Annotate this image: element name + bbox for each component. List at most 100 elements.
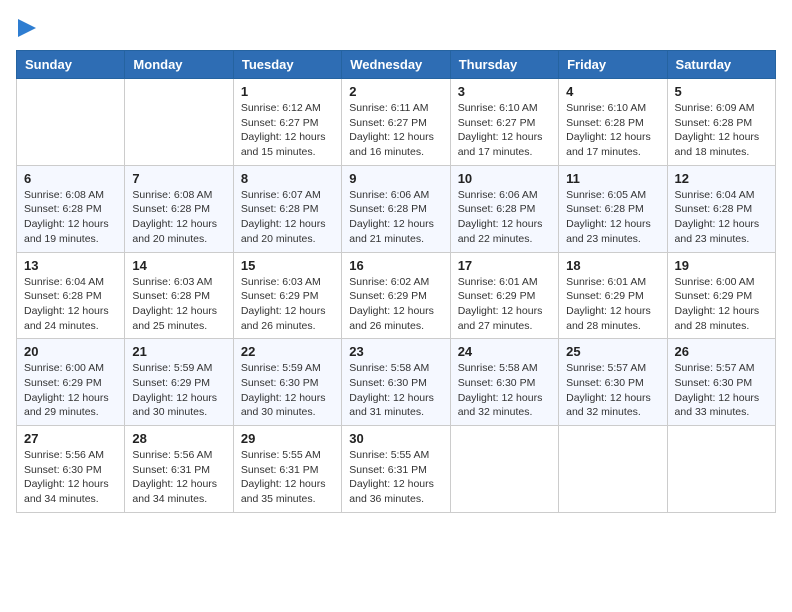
calendar-cell: 26 Sunrise: 5:57 AM Sunset: 6:30 PM Dayli…	[667, 339, 775, 426]
day-number: 24	[458, 344, 551, 359]
day-info: Sunrise: 6:03 AM Sunset: 6:29 PM Dayligh…	[241, 275, 334, 334]
day-info: Sunrise: 5:58 AM Sunset: 6:30 PM Dayligh…	[349, 361, 442, 420]
day-info: Sunrise: 5:55 AM Sunset: 6:31 PM Dayligh…	[241, 448, 334, 507]
day-info: Sunrise: 5:59 AM Sunset: 6:30 PM Dayligh…	[241, 361, 334, 420]
day-number: 12	[675, 171, 768, 186]
day-number: 4	[566, 84, 659, 99]
weekday-header-monday: Monday	[125, 51, 233, 79]
day-number: 10	[458, 171, 551, 186]
day-info: Sunrise: 6:00 AM Sunset: 6:29 PM Dayligh…	[24, 361, 117, 420]
day-number: 20	[24, 344, 117, 359]
day-number: 29	[241, 431, 334, 446]
day-number: 8	[241, 171, 334, 186]
day-info: Sunrise: 6:01 AM Sunset: 6:29 PM Dayligh…	[566, 275, 659, 334]
calendar-cell: 21 Sunrise: 5:59 AM Sunset: 6:29 PM Dayli…	[125, 339, 233, 426]
day-info: Sunrise: 6:06 AM Sunset: 6:28 PM Dayligh…	[458, 188, 551, 247]
day-info: Sunrise: 6:02 AM Sunset: 6:29 PM Dayligh…	[349, 275, 442, 334]
calendar-cell: 11 Sunrise: 6:05 AM Sunset: 6:28 PM Dayli…	[559, 165, 667, 252]
calendar-cell: 27 Sunrise: 5:56 AM Sunset: 6:30 PM Dayli…	[17, 426, 125, 513]
day-info: Sunrise: 6:01 AM Sunset: 6:29 PM Dayligh…	[458, 275, 551, 334]
logo-blue-text	[16, 16, 36, 38]
calendar-cell	[450, 426, 558, 513]
day-info: Sunrise: 6:11 AM Sunset: 6:27 PM Dayligh…	[349, 101, 442, 160]
calendar-cell: 23 Sunrise: 5:58 AM Sunset: 6:30 PM Dayli…	[342, 339, 450, 426]
calendar-week-row: 13 Sunrise: 6:04 AM Sunset: 6:28 PM Dayli…	[17, 252, 776, 339]
calendar-week-row: 27 Sunrise: 5:56 AM Sunset: 6:30 PM Dayli…	[17, 426, 776, 513]
weekday-header-sunday: Sunday	[17, 51, 125, 79]
calendar-cell	[125, 79, 233, 166]
calendar-cell: 17 Sunrise: 6:01 AM Sunset: 6:29 PM Dayli…	[450, 252, 558, 339]
day-info: Sunrise: 6:03 AM Sunset: 6:28 PM Dayligh…	[132, 275, 225, 334]
day-info: Sunrise: 5:59 AM Sunset: 6:29 PM Dayligh…	[132, 361, 225, 420]
calendar-cell: 13 Sunrise: 6:04 AM Sunset: 6:28 PM Dayli…	[17, 252, 125, 339]
calendar-week-row: 20 Sunrise: 6:00 AM Sunset: 6:29 PM Dayli…	[17, 339, 776, 426]
day-info: Sunrise: 6:04 AM Sunset: 6:28 PM Dayligh…	[675, 188, 768, 247]
day-info: Sunrise: 5:58 AM Sunset: 6:30 PM Dayligh…	[458, 361, 551, 420]
calendar-week-row: 6 Sunrise: 6:08 AM Sunset: 6:28 PM Daylig…	[17, 165, 776, 252]
day-number: 15	[241, 258, 334, 273]
day-number: 18	[566, 258, 659, 273]
day-number: 19	[675, 258, 768, 273]
day-info: Sunrise: 6:08 AM Sunset: 6:28 PM Dayligh…	[132, 188, 225, 247]
day-number: 17	[458, 258, 551, 273]
day-number: 1	[241, 84, 334, 99]
day-info: Sunrise: 6:12 AM Sunset: 6:27 PM Dayligh…	[241, 101, 334, 160]
weekday-header-wednesday: Wednesday	[342, 51, 450, 79]
calendar-cell: 7 Sunrise: 6:08 AM Sunset: 6:28 PM Daylig…	[125, 165, 233, 252]
calendar-cell: 28 Sunrise: 5:56 AM Sunset: 6:31 PM Dayli…	[125, 426, 233, 513]
calendar-cell: 1 Sunrise: 6:12 AM Sunset: 6:27 PM Daylig…	[233, 79, 341, 166]
day-info: Sunrise: 6:10 AM Sunset: 6:28 PM Dayligh…	[566, 101, 659, 160]
calendar-cell: 29 Sunrise: 5:55 AM Sunset: 6:31 PM Dayli…	[233, 426, 341, 513]
day-number: 26	[675, 344, 768, 359]
calendar-cell	[667, 426, 775, 513]
calendar-cell: 19 Sunrise: 6:00 AM Sunset: 6:29 PM Dayli…	[667, 252, 775, 339]
calendar-cell: 3 Sunrise: 6:10 AM Sunset: 6:27 PM Daylig…	[450, 79, 558, 166]
day-info: Sunrise: 6:04 AM Sunset: 6:28 PM Dayligh…	[24, 275, 117, 334]
weekday-header-thursday: Thursday	[450, 51, 558, 79]
day-info: Sunrise: 5:57 AM Sunset: 6:30 PM Dayligh…	[566, 361, 659, 420]
calendar-table: SundayMondayTuesdayWednesdayThursdayFrid…	[16, 50, 776, 513]
day-info: Sunrise: 6:06 AM Sunset: 6:28 PM Dayligh…	[349, 188, 442, 247]
calendar-cell: 16 Sunrise: 6:02 AM Sunset: 6:29 PM Dayli…	[342, 252, 450, 339]
day-number: 7	[132, 171, 225, 186]
weekday-header-tuesday: Tuesday	[233, 51, 341, 79]
day-number: 27	[24, 431, 117, 446]
calendar-cell: 30 Sunrise: 5:55 AM Sunset: 6:31 PM Dayli…	[342, 426, 450, 513]
calendar-cell: 6 Sunrise: 6:08 AM Sunset: 6:28 PM Daylig…	[17, 165, 125, 252]
calendar-cell: 25 Sunrise: 5:57 AM Sunset: 6:30 PM Dayli…	[559, 339, 667, 426]
day-number: 5	[675, 84, 768, 99]
calendar-cell: 14 Sunrise: 6:03 AM Sunset: 6:28 PM Dayli…	[125, 252, 233, 339]
day-number: 22	[241, 344, 334, 359]
calendar-cell: 24 Sunrise: 5:58 AM Sunset: 6:30 PM Dayli…	[450, 339, 558, 426]
calendar-cell: 12 Sunrise: 6:04 AM Sunset: 6:28 PM Dayli…	[667, 165, 775, 252]
day-number: 11	[566, 171, 659, 186]
logo-triangle-icon	[18, 19, 36, 37]
day-info: Sunrise: 6:00 AM Sunset: 6:29 PM Dayligh…	[675, 275, 768, 334]
day-info: Sunrise: 6:09 AM Sunset: 6:28 PM Dayligh…	[675, 101, 768, 160]
weekday-header-friday: Friday	[559, 51, 667, 79]
day-number: 6	[24, 171, 117, 186]
day-number: 3	[458, 84, 551, 99]
calendar-cell: 15 Sunrise: 6:03 AM Sunset: 6:29 PM Dayli…	[233, 252, 341, 339]
day-number: 16	[349, 258, 442, 273]
day-info: Sunrise: 5:57 AM Sunset: 6:30 PM Dayligh…	[675, 361, 768, 420]
day-number: 23	[349, 344, 442, 359]
day-number: 28	[132, 431, 225, 446]
calendar-cell: 5 Sunrise: 6:09 AM Sunset: 6:28 PM Daylig…	[667, 79, 775, 166]
day-info: Sunrise: 5:56 AM Sunset: 6:31 PM Dayligh…	[132, 448, 225, 507]
day-info: Sunrise: 6:10 AM Sunset: 6:27 PM Dayligh…	[458, 101, 551, 160]
day-info: Sunrise: 6:05 AM Sunset: 6:28 PM Dayligh…	[566, 188, 659, 247]
day-number: 13	[24, 258, 117, 273]
calendar-cell: 18 Sunrise: 6:01 AM Sunset: 6:29 PM Dayli…	[559, 252, 667, 339]
calendar-cell: 2Sunrise: 6:11 AM Sunset: 6:27 PM Daylig…	[342, 79, 450, 166]
day-number: 25	[566, 344, 659, 359]
day-info: Sunrise: 5:56 AM Sunset: 6:30 PM Dayligh…	[24, 448, 117, 507]
day-info: Sunrise: 5:55 AM Sunset: 6:31 PM Dayligh…	[349, 448, 442, 507]
day-number: 30	[349, 431, 442, 446]
day-info: Sunrise: 6:08 AM Sunset: 6:28 PM Dayligh…	[24, 188, 117, 247]
day-number: 21	[132, 344, 225, 359]
calendar-cell: 9Sunrise: 6:06 AM Sunset: 6:28 PM Daylig…	[342, 165, 450, 252]
day-number: 14	[132, 258, 225, 273]
calendar-cell: 10 Sunrise: 6:06 AM Sunset: 6:28 PM Dayli…	[450, 165, 558, 252]
calendar-cell: 4 Sunrise: 6:10 AM Sunset: 6:28 PM Daylig…	[559, 79, 667, 166]
